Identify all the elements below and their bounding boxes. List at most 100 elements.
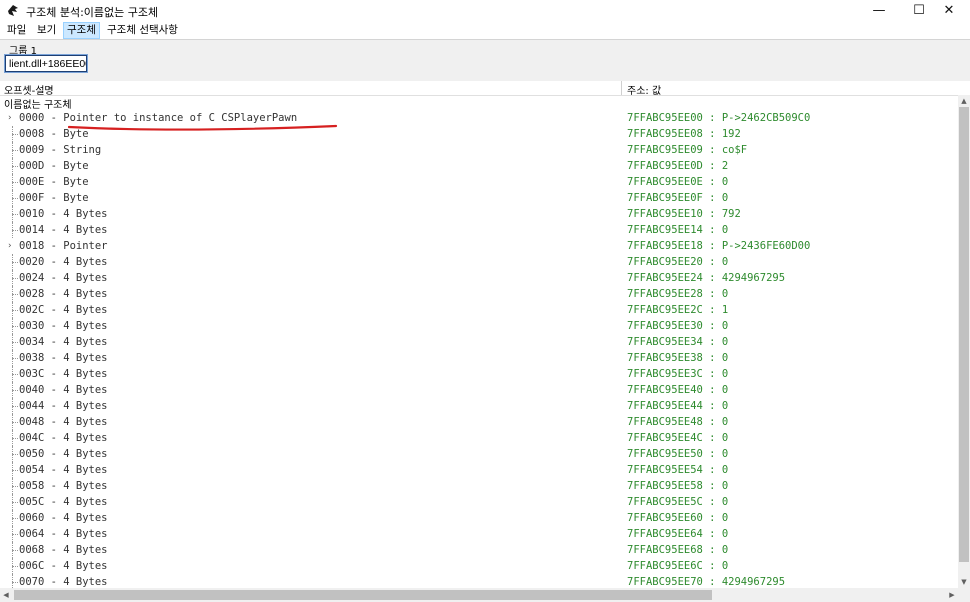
row-address-value: 7FFABC95EE68 : 0 (627, 544, 729, 556)
vertical-scroll-thumb[interactable] (959, 107, 969, 562)
row-address-value: 7FFABC95EE48 : 0 (627, 416, 729, 428)
row-offset-description: 0048 - 4 Bytes (19, 416, 108, 428)
annotation-underline (68, 124, 338, 131)
row-address-value: 7FFABC95EE40 : 0 (627, 384, 729, 396)
menu-structure-options[interactable]: 구조체 선택사항 (104, 23, 181, 38)
horizontal-scroll-thumb[interactable] (14, 590, 712, 600)
structure-row[interactable]: 003C - 4 Bytes 7FFABC95EE3C : 0 (0, 366, 958, 382)
row-address-value: 7FFABC95EE08 : 192 (627, 128, 741, 140)
expand-arrow-icon[interactable]: › (7, 238, 15, 254)
row-offset-description: 0040 - 4 Bytes (19, 384, 108, 396)
vertical-scrollbar[interactable]: ▲ ▼ (958, 95, 970, 588)
structure-row[interactable]: 006C - 4 Bytes 7FFABC95EE6C : 0 (0, 558, 958, 574)
row-offset-description: 0044 - 4 Bytes (19, 400, 108, 412)
group-panel: 그룹 1 lient.dll+186EE00 (0, 39, 970, 82)
row-address-value: 7FFABC95EE38 : 0 (627, 352, 729, 364)
row-offset-description: 0050 - 4 Bytes (19, 448, 108, 460)
structure-row[interactable]: 0034 - 4 Bytes 7FFABC95EE34 : 0 (0, 334, 958, 350)
header-address-value[interactable]: 주소: 값 (627, 82, 661, 97)
row-offset-description: 0018 - Pointer (19, 240, 108, 252)
structure-row[interactable]: 0058 - 4 Bytes 7FFABC95EE58 : 0 (0, 478, 958, 494)
structure-row[interactable]: 004C - 4 Bytes 7FFABC95EE4C : 0 (0, 430, 958, 446)
row-address-value: 7FFABC95EE50 : 0 (627, 448, 729, 460)
structure-row[interactable]: 0038 - 4 Bytes 7FFABC95EE38 : 0 (0, 350, 958, 366)
row-offset-description: 005C - 4 Bytes (19, 496, 108, 508)
row-offset-description: 0038 - 4 Bytes (19, 352, 108, 364)
row-offset-description: 0014 - 4 Bytes (19, 224, 108, 236)
cheat-engine-icon (8, 5, 18, 16)
row-offset-description: 006C - 4 Bytes (19, 560, 108, 572)
structure-name: 이름없는 구조체 (4, 100, 72, 111)
structure-row[interactable]: 0068 - 4 Bytes 7FFABC95EE68 : 0 (0, 542, 958, 558)
row-offset-description: 0010 - 4 Bytes (19, 208, 108, 220)
structure-row[interactable]: 0009 - String 7FFABC95EE09 : co$F (0, 142, 958, 158)
scroll-down-icon[interactable]: ▼ (958, 576, 970, 588)
structure-row[interactable]: 0054 - 4 Bytes 7FFABC95EE54 : 0 (0, 462, 958, 478)
row-offset-description: 0034 - 4 Bytes (19, 336, 108, 348)
row-address-value: 7FFABC95EE3C : 0 (627, 368, 729, 380)
row-address-value: 7FFABC95EE09 : co$F (627, 144, 748, 156)
scroll-left-icon[interactable]: ◀ (0, 588, 12, 602)
row-offset-description: 003C - 4 Bytes (19, 368, 108, 380)
address-input[interactable]: lient.dll+186EE00 (4, 54, 88, 73)
structure-row[interactable]: 002C - 4 Bytes 7FFABC95EE2C : 1 (0, 302, 958, 318)
row-address-value: 7FFABC95EE60 : 0 (627, 512, 729, 524)
horizontal-scrollbar[interactable]: ◀ ▶ (0, 588, 958, 602)
row-offset-description: 002C - 4 Bytes (19, 304, 108, 316)
structure-tree: › 0000 - Pointer to instance of C CSPlaye… (0, 110, 958, 588)
structure-row[interactable]: 0060 - 4 Bytes 7FFABC95EE60 : 0 (0, 510, 958, 526)
menu-file[interactable]: 파일 (4, 23, 29, 38)
row-offset-description: 0024 - 4 Bytes (19, 272, 108, 284)
window-title: 구조체 분석:이름없는 구조체 (26, 6, 159, 19)
scroll-up-icon[interactable]: ▲ (958, 95, 970, 107)
structure-row[interactable]: 0048 - 4 Bytes 7FFABC95EE48 : 0 (0, 414, 958, 430)
row-offset-description: 0070 - 4 Bytes (19, 576, 108, 588)
row-address-value: 7FFABC95EE4C : 0 (627, 432, 729, 444)
structure-row[interactable]: 0014 - 4 Bytes 7FFABC95EE14 : 0 (0, 222, 958, 238)
structure-row[interactable]: 0030 - 4 Bytes 7FFABC95EE30 : 0 (0, 318, 958, 334)
structure-row[interactable]: 000F - Byte 7FFABC95EE0F : 0 (0, 190, 958, 206)
row-address-value: 7FFABC95EE14 : 0 (627, 224, 729, 236)
header-separator[interactable] (621, 81, 622, 95)
scrollbar-corner (958, 588, 970, 602)
row-address-value: 7FFABC95EE0E : 0 (627, 176, 729, 188)
row-offset-description: 0009 - String (19, 144, 102, 156)
row-address-value: 7FFABC95EE0F : 0 (627, 192, 729, 204)
header-offset-description[interactable]: 오프셋-설명 (4, 82, 54, 97)
structure-row[interactable]: 0044 - 4 Bytes 7FFABC95EE44 : 0 (0, 398, 958, 414)
structure-row[interactable]: 0024 - 4 Bytes 7FFABC95EE24 : 4294967295 (0, 270, 958, 286)
row-address-value: 7FFABC95EE5C : 0 (627, 496, 729, 508)
row-offset-description: 0068 - 4 Bytes (19, 544, 108, 556)
structure-row[interactable]: 0070 - 4 Bytes 7FFABC95EE70 : 4294967295 (0, 574, 958, 588)
row-address-value: 7FFABC95EE24 : 4294967295 (627, 272, 786, 284)
row-offset-description: 000D - Byte (19, 160, 89, 172)
row-offset-description: 0028 - 4 Bytes (19, 288, 108, 300)
row-offset-description: 004C - 4 Bytes (19, 432, 108, 444)
row-address-value: 7FFABC95EE10 : 792 (627, 208, 741, 220)
structure-row[interactable]: 000E - Byte 7FFABC95EE0E : 0 (0, 174, 958, 190)
menu-structure[interactable]: 구조체 (63, 22, 100, 39)
row-address-value: 7FFABC95EE18 : P->2436FE60D00 (627, 240, 811, 252)
structure-row[interactable]: 005C - 4 Bytes 7FFABC95EE5C : 0 (0, 494, 958, 510)
scroll-right-icon[interactable]: ▶ (946, 588, 958, 602)
structure-row[interactable]: › 0018 - Pointer 7FFABC95EE18 : P->2436FE6… (0, 238, 958, 254)
row-address-value: 7FFABC95EE54 : 0 (627, 464, 729, 476)
close-button[interactable]: ✕ (926, 0, 970, 22)
column-header: 오프셋-설명 주소: 값 (0, 81, 970, 97)
row-address-value: 7FFABC95EE34 : 0 (627, 336, 729, 348)
row-address-value: 7FFABC95EE30 : 0 (627, 320, 729, 332)
title-bar: 구조체 분석:이름없는 구조체 — ☐ ✕ (0, 0, 970, 22)
row-address-value: 7FFABC95EE44 : 0 (627, 400, 729, 412)
structure-row[interactable]: 000D - Byte 7FFABC95EE0D : 2 (0, 158, 958, 174)
structure-row[interactable]: 0040 - 4 Bytes 7FFABC95EE40 : 0 (0, 382, 958, 398)
structure-row[interactable]: 0064 - 4 Bytes 7FFABC95EE64 : 0 (0, 526, 958, 542)
structure-row[interactable]: 0010 - 4 Bytes 7FFABC95EE10 : 792 (0, 206, 958, 222)
structure-row[interactable]: 0050 - 4 Bytes 7FFABC95EE50 : 0 (0, 446, 958, 462)
structure-row[interactable]: 0028 - 4 Bytes 7FFABC95EE28 : 0 (0, 286, 958, 302)
row-address-value: 7FFABC95EE20 : 0 (627, 256, 729, 268)
expand-arrow-icon[interactable]: › (7, 110, 15, 126)
row-address-value: 7FFABC95EE0D : 2 (627, 160, 729, 172)
structure-row[interactable]: 0020 - 4 Bytes 7FFABC95EE20 : 0 (0, 254, 958, 270)
menu-view[interactable]: 보기 (34, 23, 59, 38)
row-offset-description: 0058 - 4 Bytes (19, 480, 108, 492)
